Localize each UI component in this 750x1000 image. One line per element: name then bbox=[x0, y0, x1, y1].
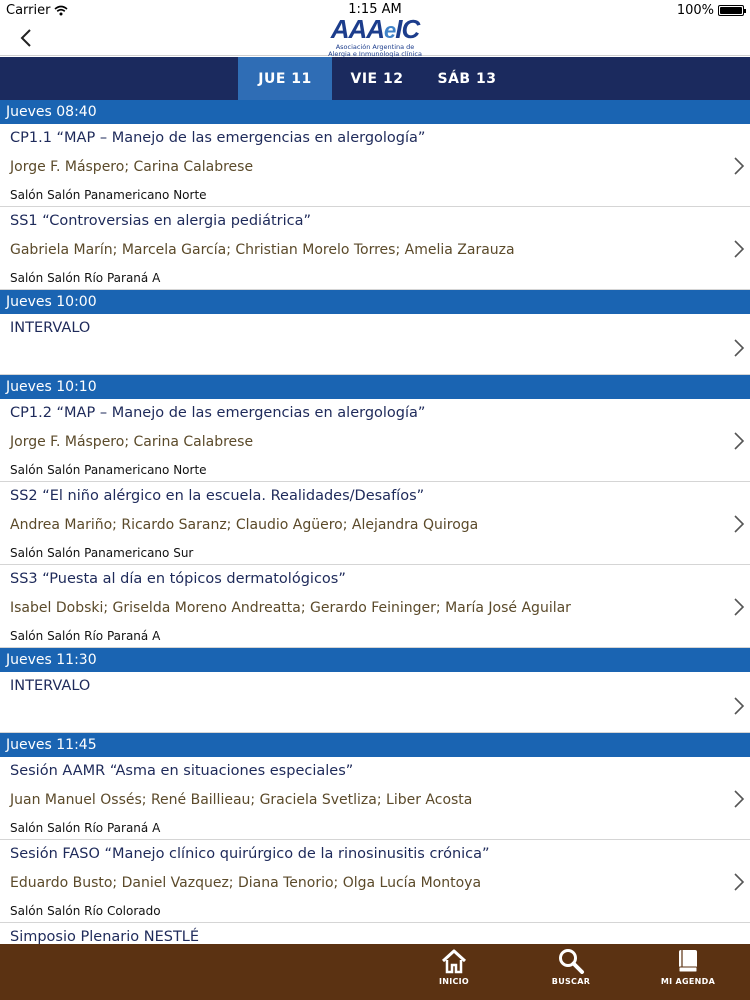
chevron-right-icon bbox=[734, 515, 745, 533]
session-title: CP1.2 “MAP – Manejo de las emergencias e… bbox=[10, 405, 426, 421]
chevron-right-icon bbox=[734, 339, 745, 357]
chevron-right-icon bbox=[734, 697, 745, 715]
time-header: Jueves 10:10 bbox=[0, 375, 750, 399]
session-room: Salón Salón Panamericano Norte bbox=[10, 188, 207, 202]
chevron-right-icon bbox=[734, 790, 745, 808]
time-header: Jueves 11:45 bbox=[0, 733, 750, 757]
session-room: Salón Salón Río Paraná A bbox=[10, 271, 161, 285]
session-item[interactable]: SS1 “Controversias en alergia pediátrica… bbox=[0, 207, 750, 290]
chevron-right-icon bbox=[734, 873, 745, 891]
navigation-bar: AAAeIC Asociación Argentina de Alergia e… bbox=[0, 16, 750, 58]
home-icon bbox=[441, 949, 467, 974]
session-room: Salón Salón Panamericano Norte bbox=[10, 463, 207, 477]
book-icon bbox=[678, 950, 698, 973]
tab-mi-agenda[interactable]: MI AGENDA bbox=[648, 944, 728, 1000]
tab-inicio-label: INICIO bbox=[438, 977, 470, 986]
time-header: Jueves 10:00 bbox=[0, 290, 750, 314]
chevron-right-icon bbox=[734, 432, 745, 450]
tab-jue-11[interactable]: JUE 11 bbox=[238, 57, 332, 100]
session-title: INTERVALO bbox=[10, 320, 91, 336]
session-item[interactable]: INTERVALO bbox=[0, 672, 750, 733]
session-title: SS3 “Puesta al día en tópicos dermatológ… bbox=[10, 571, 346, 587]
session-room: Salón Salón Río Colorado bbox=[10, 904, 161, 918]
session-item[interactable]: Sesión FASO “Manejo clínico quirúrgico d… bbox=[0, 840, 750, 923]
session-title: Simposio Plenario NESTLÉ bbox=[10, 929, 200, 944]
session-item[interactable]: SS2 “El niño alérgico en la escuela. Rea… bbox=[0, 482, 750, 565]
tab-mi-agenda-label: MI AGENDA bbox=[660, 977, 716, 986]
chevron-right-icon bbox=[734, 598, 745, 616]
schedule-list[interactable]: Jueves 08:40 CP1.1 “MAP – Manejo de las … bbox=[0, 100, 750, 944]
search-icon bbox=[559, 949, 584, 974]
session-title: CP1.1 “MAP – Manejo de las emergencias e… bbox=[10, 130, 426, 146]
session-item[interactable]: CP1.2 “MAP – Manejo de las emergencias e… bbox=[0, 399, 750, 482]
session-room: Salón Salón Río Paraná A bbox=[10, 821, 161, 835]
session-speakers: Jorge F. Máspero; Carina Calabrese bbox=[10, 434, 254, 450]
session-item[interactable]: CP1.1 “MAP – Manejo de las emergencias e… bbox=[0, 124, 750, 207]
session-title: SS1 “Controversias en alergia pediátrica… bbox=[10, 213, 311, 229]
session-item[interactable]: Simposio Plenario NESTLÉ bbox=[0, 923, 750, 944]
session-title: SS2 “El niño alérgico en la escuela. Rea… bbox=[10, 488, 425, 504]
session-speakers: Andrea Mariño; Ricardo Saranz; Claudio A… bbox=[10, 517, 479, 533]
logo: AAAeIC Asociación Argentina de Alergia e… bbox=[0, 16, 750, 58]
session-title: Sesión FASO “Manejo clínico quirúrgico d… bbox=[10, 846, 490, 862]
tab-buscar-label: BUSCAR bbox=[551, 977, 591, 986]
session-speakers: Gabriela Marín; Marcela García; Christia… bbox=[10, 242, 515, 258]
chevron-right-icon bbox=[734, 157, 745, 175]
day-tabs: JUE 11 VIE 12 SÁB 13 bbox=[0, 57, 750, 100]
logo-mark: AAAeIC bbox=[330, 14, 421, 44]
session-speakers: Jorge F. Máspero; Carina Calabrese bbox=[10, 159, 254, 175]
session-item[interactable]: INTERVALO bbox=[0, 314, 750, 375]
tab-vie-12[interactable]: VIE 12 bbox=[332, 57, 422, 100]
session-room: Salón Salón Panamericano Sur bbox=[10, 546, 194, 560]
session-speakers: Juan Manuel Ossés; René Baillieau; Graci… bbox=[10, 792, 473, 808]
session-room: Salón Salón Río Paraná A bbox=[10, 629, 161, 643]
tab-bar: INICIO BUSCAR MI AGENDA bbox=[0, 944, 750, 1000]
tab-sab-13[interactable]: SÁB 13 bbox=[422, 57, 512, 100]
tab-inicio[interactable]: INICIO bbox=[414, 944, 494, 1000]
session-item[interactable]: SS3 “Puesta al día en tópicos dermatológ… bbox=[0, 565, 750, 648]
session-speakers: Eduardo Busto; Daniel Vazquez; Diana Ten… bbox=[10, 875, 482, 891]
battery-icon bbox=[718, 5, 746, 16]
time-header: Jueves 08:40 bbox=[0, 100, 750, 124]
chevron-right-icon bbox=[734, 240, 745, 258]
tab-buscar[interactable]: BUSCAR bbox=[531, 944, 611, 1000]
time-header: Jueves 11:30 bbox=[0, 648, 750, 672]
session-speakers: Isabel Dobski; Griselda Moreno Andreatta… bbox=[10, 600, 571, 616]
session-title: Sesión AAMR “Asma en situaciones especia… bbox=[10, 763, 354, 779]
session-item[interactable]: Sesión AAMR “Asma en situaciones especia… bbox=[0, 757, 750, 840]
session-title: INTERVALO bbox=[10, 678, 91, 694]
